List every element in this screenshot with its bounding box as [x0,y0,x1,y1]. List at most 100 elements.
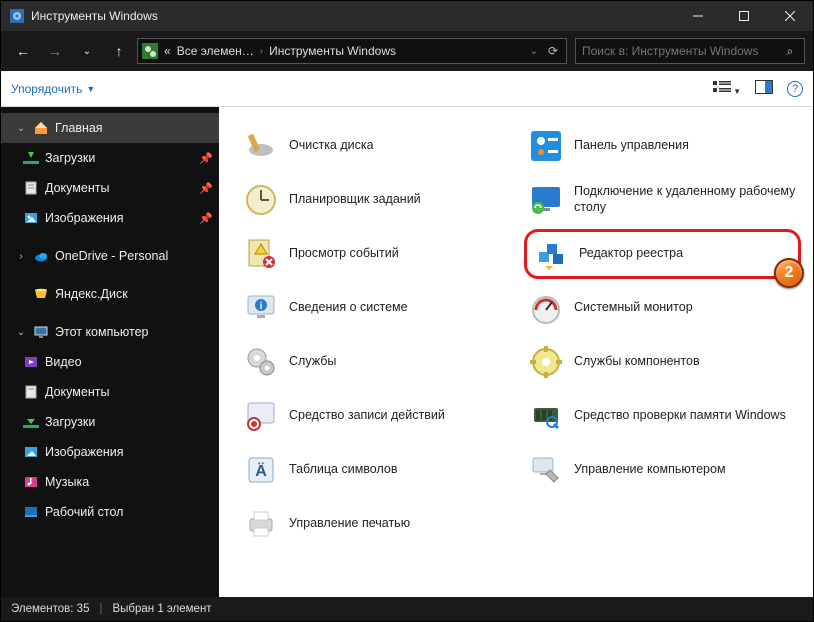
item-perf-monitor[interactable]: Системный монитор [524,283,801,333]
navigation-pane[interactable]: ⌄ Главная Загрузки 📌 Документы 📌 Изображ… [1,107,219,597]
body: ⌄ Главная Загрузки 📌 Документы 📌 Изображ… [1,107,813,597]
search-input[interactable] [582,44,782,58]
nav-thispc[interactable]: ⌄ Этот компьютер [1,317,219,347]
memory-diagnostic-icon [528,398,564,434]
view-mode-button[interactable]: ▼ [713,80,741,97]
refresh-button[interactable]: ⟳ [544,44,562,58]
organize-label: Упорядочить [11,82,82,96]
breadcrumb-1[interactable]: Все элемен… [177,44,254,58]
chevron-right-icon[interactable]: › [260,46,263,57]
search-box[interactable]: ⌕ [575,38,805,64]
up-button[interactable]: ↑ [105,37,133,65]
breadcrumb-2[interactable]: Инструменты Windows [269,44,396,58]
item-services[interactable]: Службы [239,337,516,387]
nav-music-label: Музыка [45,475,89,489]
component-services-icon [528,344,564,380]
close-button[interactable] [767,1,813,31]
svg-text:Ä: Ä [255,462,267,480]
item-label: Редактор реестра [579,246,683,262]
nav-pictures2[interactable]: Изображения [1,437,219,467]
nav-desktop[interactable]: Рабочий стол [1,497,219,527]
recent-dropdown[interactable]: ⌄ [73,37,101,65]
system-info-icon: i [243,290,279,326]
title-left: Инструменты Windows [1,8,675,24]
registry-editor-icon [533,236,569,272]
item-character-map[interactable]: Ä Таблица символов [239,445,516,495]
steps-recorder-icon [243,398,279,434]
item-label: Подключение к удаленному рабочему столу [574,184,797,215]
nav-home[interactable]: ⌄ Главная [1,113,219,143]
tools-icon [9,8,25,24]
nav-documents[interactable]: Документы 📌 [1,173,219,203]
character-map-icon: Ä [243,452,279,488]
window-controls [675,1,813,31]
chevron-down-icon[interactable]: ⌄ [530,46,538,57]
item-label: Службы [289,354,336,370]
nav-home-label: Главная [55,121,103,135]
item-component-services[interactable]: Службы компонентов [524,337,801,387]
documents-icon [23,180,39,196]
item-registry-editor[interactable]: Редактор реестра 2 [524,229,801,279]
minimize-button[interactable] [675,1,721,31]
item-label: Планировщик заданий [289,192,421,208]
item-event-viewer[interactable]: Просмотр событий [239,229,516,279]
content-pane[interactable]: Очистка диска Панель управления Планиров… [219,107,813,597]
nav-documents2[interactable]: Документы [1,377,219,407]
help-button[interactable]: ? [787,81,803,97]
nav-music[interactable]: Музыка [1,467,219,497]
download-icon [23,414,39,430]
nav-yandex-label: Яндекс.Диск [55,287,128,301]
collapse-icon[interactable]: ⌄ [15,327,27,338]
pin-icon[interactable]: 📌 [199,182,213,195]
callout-number: 2 [785,264,794,282]
nav-pictures[interactable]: Изображения 📌 [1,203,219,233]
search-icon[interactable]: ⌕ [782,44,798,59]
item-task-scheduler[interactable]: Планировщик заданий [239,175,516,225]
video-icon [23,354,39,370]
nav-video[interactable]: Видео [1,347,219,377]
item-memory-diagnostic[interactable]: Средство проверки памяти Windows [524,391,801,441]
nav-downloads[interactable]: Загрузки 📌 [1,143,219,173]
titlebar[interactable]: Инструменты Windows [1,1,813,31]
desktop-icon [23,504,39,520]
item-control-panel[interactable]: Панель управления [524,121,801,171]
item-label: Таблица символов [289,462,398,478]
item-system-info[interactable]: i Сведения о системе [239,283,516,333]
pin-icon[interactable]: 📌 [199,152,213,165]
nav-video-label: Видео [45,355,82,369]
item-label: Управление компьютером [574,462,726,478]
item-steps-recorder[interactable]: Средство записи действий [239,391,516,441]
nav-documents2-label: Документы [45,385,109,399]
collapse-icon[interactable]: ⌄ [15,123,27,134]
perf-monitor-icon [528,290,564,326]
event-viewer-icon [243,236,279,272]
pin-icon[interactable]: 📌 [199,212,213,225]
expand-icon[interactable]: › [15,251,27,262]
status-separator: | [99,603,102,615]
nav-downloads2[interactable]: Загрузки [1,407,219,437]
item-remote-desktop[interactable]: Подключение к удаленному рабочему столу [524,175,801,225]
svg-text:i: i [260,301,263,312]
item-label: Службы компонентов [574,354,700,370]
toolbar: Упорядочить ▼ ▼ ? [1,71,813,107]
address-bar[interactable]: « Все элемен… › Инструменты Windows ⌄ ⟳ [137,38,567,64]
status-bar: Элементов: 35 | Выбран 1 элемент [1,597,813,621]
forward-button[interactable]: → [41,37,69,65]
yandex-disk-icon [33,286,49,302]
nav-onedrive[interactable]: › OneDrive - Personal [1,241,219,271]
documents-icon [23,384,39,400]
item-print-management[interactable]: Управление печатью [239,499,516,549]
services-icon [243,344,279,380]
back-button[interactable]: ← [9,37,37,65]
onedrive-icon [33,248,49,264]
nav-downloads-label: Загрузки [45,151,95,165]
item-disk-cleanup[interactable]: Очистка диска [239,121,516,171]
item-label: Средство записи действий [289,408,445,424]
maximize-button[interactable] [721,1,767,31]
item-computer-management[interactable]: Управление компьютером [524,445,801,495]
preview-pane-button[interactable] [755,80,773,97]
organize-menu[interactable]: Упорядочить ▼ [11,82,95,96]
remote-desktop-icon [528,182,564,218]
nav-yandex[interactable]: Яндекс.Диск [1,279,219,309]
item-label: Сведения о системе [289,300,408,316]
